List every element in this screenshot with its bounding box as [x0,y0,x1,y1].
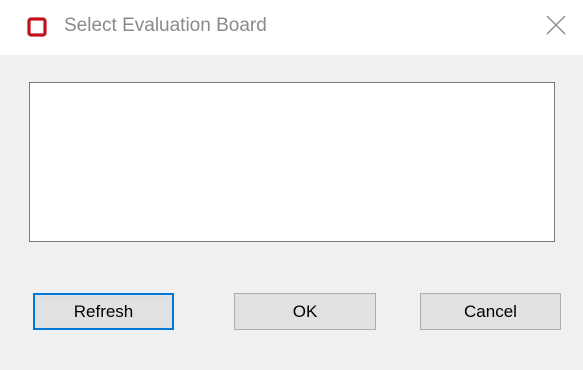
evaluation-board-list[interactable] [29,82,555,242]
title-bar[interactable]: Select Evaluation Board [0,0,583,55]
ok-button[interactable]: OK [234,293,376,330]
square-outline-icon [27,17,47,37]
window-title: Select Evaluation Board [64,15,267,36]
close-icon [545,14,567,41]
cancel-button[interactable]: Cancel [420,293,561,330]
select-evaluation-board-dialog: Select Evaluation Board Refresh OK Cance… [0,0,583,370]
refresh-button[interactable]: Refresh [33,293,174,330]
close-button[interactable] [541,12,571,42]
